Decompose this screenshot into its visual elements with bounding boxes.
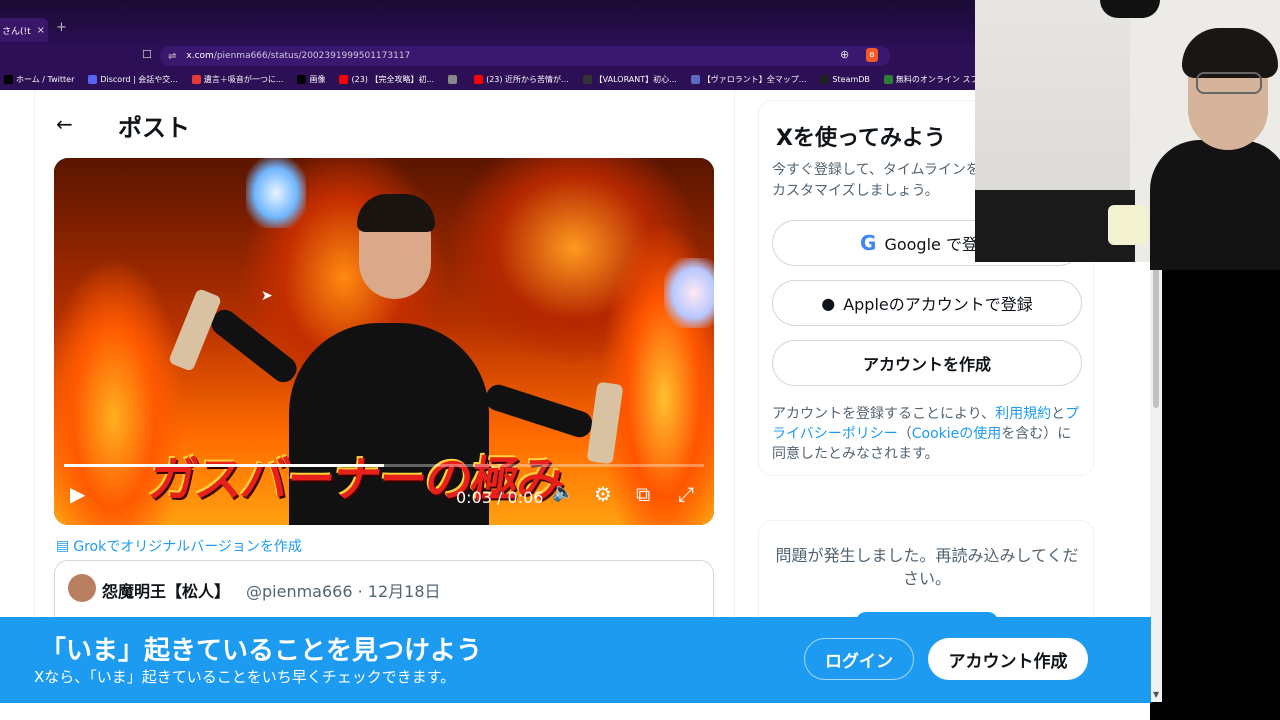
webcam-headset [1100, 0, 1160, 18]
bookmark-item[interactable]: 遺言＋吸音が一つに... [191, 74, 284, 85]
bookmark-item[interactable]: ホーム / Twitter [4, 74, 74, 85]
banner-create-account-button[interactable]: アカウント作成 [928, 638, 1088, 680]
settings-icon[interactable]: ⚙ [594, 482, 612, 506]
cookie-link[interactable]: Cookieの使用 [912, 426, 1002, 442]
grok-label: Grokでオリジナルバージョンを作成 [73, 539, 302, 555]
apple-icon: ● [821, 293, 836, 313]
time-separator: / [497, 488, 503, 507]
person-hair [357, 194, 435, 232]
create-account-button[interactable]: アカウントを作成 [772, 340, 1082, 386]
bookmark-item[interactable]: Discord | 会話や交... [88, 74, 178, 85]
url-path: /pienma666/status/2002391999501173117 [213, 51, 411, 61]
bookmark-item[interactable]: 画像 [297, 74, 325, 85]
login-button[interactable]: ログイン [804, 638, 914, 680]
video-player[interactable]: ガスバーナーの極み ➤ ▶ 0:03 / 0:06 🔈 ⚙ ⧉ ⤢ [54, 158, 714, 525]
terms-text: アカウントを登録することにより、利用規約とプライバシーポリシー（Cookieの使… [772, 404, 1082, 464]
close-icon[interactable]: × [37, 25, 45, 36]
bookmark-favicon-icon [297, 74, 307, 84]
quote-author-handle[interactable]: @pienma666 · 12月18日 [246, 578, 441, 602]
bookmark-label: Discord | 会話や交... [100, 74, 178, 84]
bookmark-item[interactable]: (23) 【完全攻略】初... [339, 74, 434, 85]
bookmark-item[interactable]: SteamDB [820, 74, 870, 84]
webcam-person-glasses [1196, 72, 1262, 94]
bookmark-favicon-icon [883, 74, 893, 84]
bookmark-favicon-icon [88, 74, 98, 84]
bookmark-label: (23) 【完全攻略】初... [351, 74, 435, 84]
bookmark-item[interactable]: 無料のオンライン スプ... [883, 74, 987, 85]
current-time: 0:03 [456, 488, 492, 507]
zoom-icon[interactable]: ⊕ [840, 48, 849, 61]
bookmark-item[interactable]: 【ヴァロラント】全マップ... [690, 74, 807, 85]
address-bar[interactable]: ⇌ x.com/pienma666/status/200239199950117… [160, 46, 890, 66]
page-title: ポスト [118, 114, 190, 142]
bookmark-favicon-icon [4, 74, 13, 84]
bookmark-favicon-icon [582, 74, 592, 84]
site-info-icon[interactable]: ⇌ [168, 51, 176, 62]
quote-author-name[interactable]: 怨魔明王【松人】 [102, 578, 230, 602]
bookmark-favicon-icon [191, 74, 201, 84]
bookmark-label: 【VALORANT】初心... [594, 74, 677, 84]
bookmark-label: (23) 近所から苦情が... [486, 74, 569, 84]
error-message: 問題が発生しました。再読み込みしてください。 [775, 546, 1079, 588]
webcam-person-hair [1182, 28, 1278, 78]
create-account-label: アカウントを作成 [862, 355, 991, 374]
tab-title: さん(!t [2, 26, 31, 37]
banner-title: 「いま」起きていることを見つけよう [40, 636, 483, 666]
blue-flame [664, 258, 714, 328]
video-controls: ▶ 0:03 / 0:06 🔈 ⚙ ⧉ ⤢ [54, 476, 714, 516]
video-time: 0:03 / 0:06 [456, 488, 543, 507]
webcam-bag [1108, 205, 1148, 245]
bookmark-icon[interactable]: ☐ [142, 48, 152, 61]
brave-shield-icon[interactable]: B [866, 48, 878, 62]
volume-icon[interactable]: 🔈 [552, 482, 574, 503]
pip-icon[interactable]: ⧉ [636, 482, 650, 506]
bookmark-label: 【ヴァロラント】全マップ... [702, 74, 807, 84]
fullscreen-icon[interactable]: ⤢ [678, 482, 694, 506]
video-progress-bar[interactable] [64, 464, 704, 467]
bookmark-label: 画像 [309, 74, 326, 84]
webcam-person-body [1150, 140, 1280, 270]
bookmark-favicon-icon [690, 74, 700, 84]
divider [734, 90, 735, 700]
url-domain: x.com [186, 51, 214, 61]
back-arrow-icon[interactable]: ← [56, 112, 73, 136]
grok-icon: ▤ [56, 538, 70, 554]
bookmark-label: 遺言＋吸音が一つに... [203, 74, 284, 84]
scroll-down-icon[interactable]: ▼ [1153, 690, 1159, 699]
video-progress-fill [64, 464, 384, 467]
signup-title: Xを使ってみよう [776, 126, 946, 151]
avatar[interactable] [68, 574, 96, 602]
grok-create-link[interactable]: ▤ Grokでオリジナルバージョンを作成 [56, 536, 302, 556]
terms-prefix: アカウントを登録することにより、 [772, 406, 996, 422]
screen: さん(!t × + ⇌ x.com/pienma666/status/20023… [0, 0, 1280, 720]
bookmark-favicon-icon [820, 74, 830, 84]
bookmark-item[interactable]: (23) 近所から苦情が... [474, 74, 569, 85]
terms-and: と [1051, 406, 1066, 422]
bookmark-item[interactable] [448, 74, 460, 84]
scrollbar-thumb[interactable] [1153, 262, 1159, 408]
new-tab-icon[interactable]: + [56, 20, 67, 35]
google-icon: G [860, 231, 877, 255]
play-icon[interactable]: ▶ [70, 482, 85, 506]
mouse-cursor-icon: ➤ [261, 288, 273, 304]
bookmark-favicon-icon [339, 74, 349, 84]
bookmark-item[interactable]: 【VALORANT】初心... [582, 74, 677, 85]
blue-flame [246, 158, 306, 228]
bookmark-favicon-icon [448, 74, 458, 84]
apple-signup-label: Appleのアカウントで登録 [843, 295, 1033, 314]
signup-description: 今すぐ登録して、タイムラインをカスタマイズしましょう。 [772, 162, 980, 199]
duration: 0:06 [507, 488, 544, 507]
terms-paren: （ [897, 426, 912, 442]
bookmark-favicon-icon [474, 74, 484, 84]
url-text: x.com/pienma666/status/20023919995011731… [186, 51, 410, 61]
bookmark-label: SteamDB [832, 74, 870, 84]
divider [34, 90, 35, 700]
apple-signup-button[interactable]: ● Appleのアカウントで登録 [772, 280, 1082, 326]
bookmark-label: 無料のオンライン スプ... [895, 74, 987, 84]
browser-tab[interactable]: さん(!t × [0, 18, 48, 42]
bookmark-label: ホーム / Twitter [16, 74, 75, 84]
banner-subtitle: Xなら、「いま」起きていることをいち早くチェックできます。 [34, 668, 456, 686]
terms-link[interactable]: 利用規約 [995, 406, 1051, 422]
